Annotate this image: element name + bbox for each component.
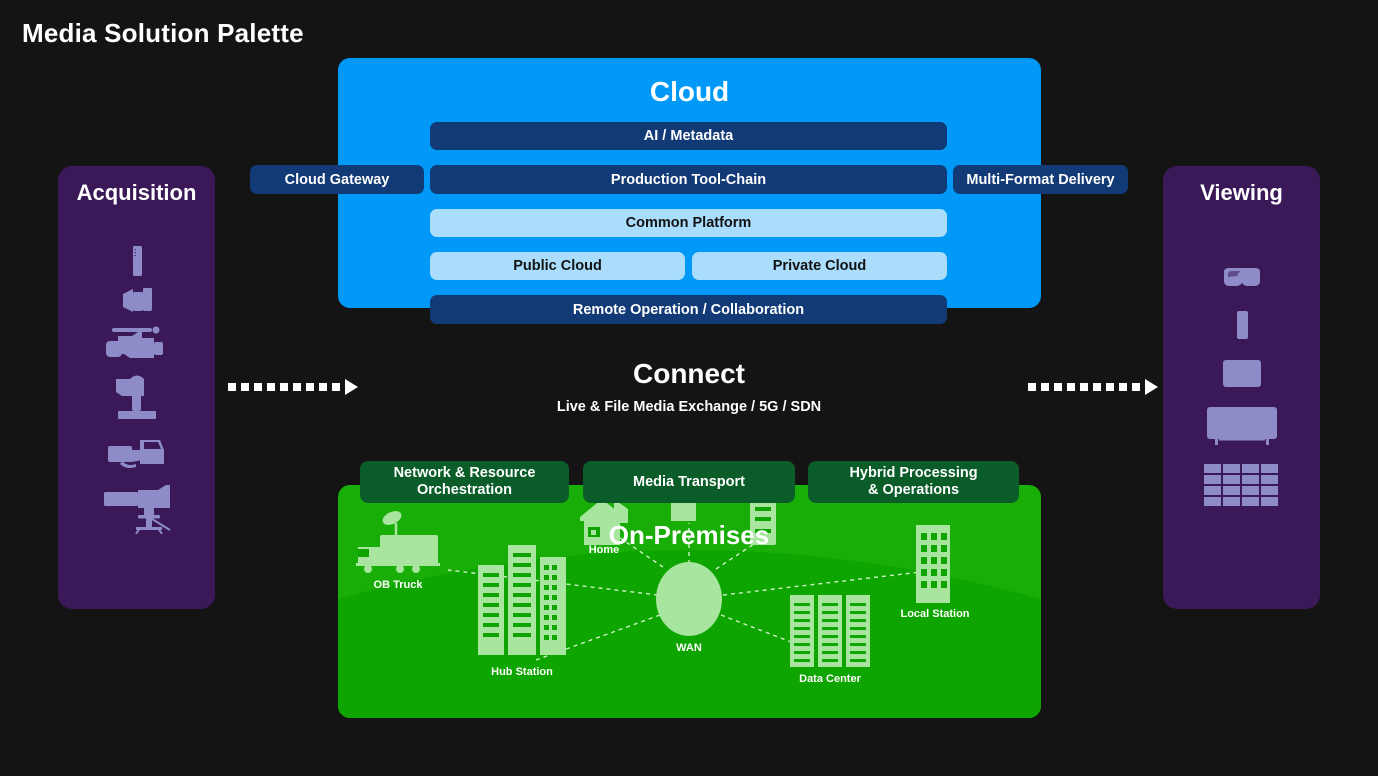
chip-orchestration-line2: Orchestration	[416, 482, 513, 498]
video-wall-icon	[1203, 464, 1278, 506]
chip-media-transport[interactable]: Media Transport	[583, 461, 795, 503]
viewing-title: Viewing	[1200, 180, 1283, 205]
chip-hybrid-line2: & Operations	[867, 482, 960, 498]
arrow-acquisition-to-core	[228, 379, 358, 395]
onpremises-title: On-Premises	[608, 520, 770, 550]
action-camera-icon	[122, 288, 152, 312]
chip-hybrid-processing-operations[interactable]: Hybrid Processing & Operations	[808, 461, 1019, 503]
chip-orchestration-line1: Network & Resource	[393, 465, 536, 482]
chip-hybrid-line1: Hybrid Processing	[849, 465, 978, 482]
smartphone-icon	[1236, 311, 1248, 339]
acquisition-title: Acquisition	[76, 180, 197, 205]
data-center-icon	[790, 595, 870, 667]
vr-headset-icon	[1223, 268, 1260, 286]
cloud-gateway-chip[interactable]: Cloud Gateway	[250, 165, 424, 194]
chip-network-resource-orchestration[interactable]: Network & Resource Orchestration	[360, 461, 569, 503]
multi-format-delivery-chip[interactable]: Multi-Format Delivery	[953, 165, 1128, 194]
smartphone-icon	[132, 246, 142, 276]
connect-subtitle: Live & File Media Exchange / 5G / SDN	[556, 399, 822, 415]
cloud-bar-ai-metadata[interactable]: AI / Metadata	[430, 122, 947, 150]
cloud-bar-common-platform[interactable]: Common Platform	[430, 209, 947, 237]
cloud-bar-remote-operation[interactable]: Remote Operation / Collaboration	[430, 295, 947, 324]
hub-station-label: Hub Station	[491, 666, 553, 678]
cloud-bar-public-cloud[interactable]: Public Cloud	[430, 252, 685, 280]
page-title: Media Solution Palette	[22, 18, 304, 48]
cloud-bar-production-tool-chain[interactable]: Production Tool-Chain	[430, 165, 947, 194]
arrow-core-to-viewing	[1028, 379, 1158, 395]
wan-cloud-shape	[656, 562, 722, 636]
connect-title: Connect	[633, 358, 745, 389]
cloud-title: Cloud	[649, 76, 730, 107]
shoulder-camera-icon	[107, 440, 164, 468]
local-station-label: Local Station	[900, 608, 969, 620]
cloud-bar-private-cloud[interactable]: Private Cloud	[692, 252, 947, 280]
chip-transport-line1: Media Transport	[633, 473, 745, 490]
ob-truck-label: OB Truck	[374, 579, 424, 591]
wan-label: WAN	[676, 642, 702, 654]
diagram-canvas: Media Solution Palette Acquisition Viewi…	[0, 0, 1378, 776]
data-center-label: Data Center	[799, 673, 861, 685]
hub-station-icon	[478, 545, 566, 655]
